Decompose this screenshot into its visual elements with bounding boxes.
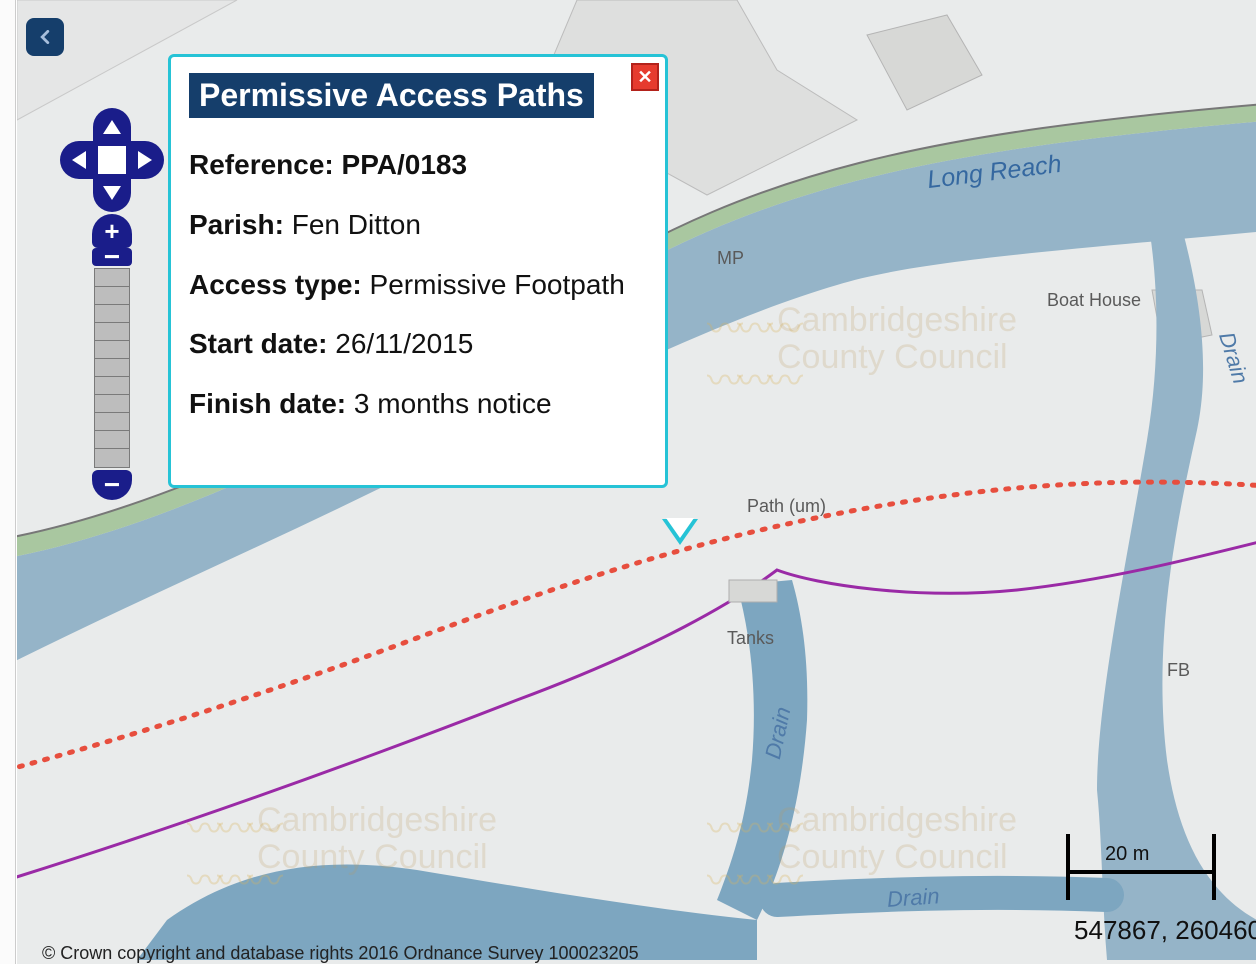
zoom-step[interactable] <box>95 431 129 449</box>
arrow-down-icon <box>103 186 121 200</box>
watermark-line2: County Council <box>777 838 1008 876</box>
zoom-step[interactable] <box>95 323 129 341</box>
pan-left-button[interactable] <box>60 141 98 179</box>
pan-right-button[interactable] <box>126 141 164 179</box>
value: 26/11/2015 <box>335 328 473 359</box>
watermark-line2: County Council <box>777 338 1008 376</box>
popup-row-access-type: Access type: Permissive Footpath <box>189 266 647 304</box>
label: Reference: <box>189 149 334 180</box>
pan-down-button[interactable] <box>93 174 131 212</box>
scale-bar-bottom <box>1066 874 1216 900</box>
cursor-coordinates: 547867, 260460 <box>1074 915 1256 946</box>
value: 3 months notice <box>354 388 552 419</box>
zoom-step[interactable] <box>95 377 129 395</box>
zoom-step[interactable] <box>95 413 129 431</box>
copyright-text: © Crown copyright and database rights 20… <box>42 943 639 964</box>
scale-bar-top: 20 m <box>1066 834 1216 874</box>
arrow-left-icon <box>72 151 86 169</box>
scale-bar: 20 m <box>1066 834 1216 904</box>
popup-row-reference: Reference: PPA/0183 <box>189 146 647 184</box>
watermark-line1: Cambridgeshire <box>777 801 1017 839</box>
label: Parish: <box>189 209 284 240</box>
back-button[interactable] <box>26 18 64 56</box>
zoom-slider-track[interactable] <box>94 268 130 468</box>
watermark-text: Cambridgeshire County Council <box>777 802 1017 877</box>
popup-row-parish: Parish: Fen Ditton <box>189 206 647 244</box>
label: Start date: <box>189 328 327 359</box>
scale-bar-label: 20 m <box>1105 843 1149 866</box>
watermark-line1: Cambridgeshire <box>257 801 497 839</box>
arrow-up-icon <box>103 120 121 134</box>
map-label-mp: MP <box>717 248 744 269</box>
label: Access type: <box>189 269 362 300</box>
zoom-step-out-button[interactable]: − <box>92 248 132 266</box>
value: PPA/0183 <box>342 149 468 180</box>
zoom-step[interactable] <box>95 305 129 323</box>
watermark-text: Cambridgeshire County Council <box>777 302 1017 377</box>
close-button[interactable]: ✕ <box>631 63 659 91</box>
zoom-column: + − − <box>92 214 132 500</box>
zoom-step[interactable] <box>95 449 129 467</box>
map-label-path-um: Path (um) <box>747 496 826 517</box>
popup-row-finish-date: Finish date: 3 months notice <box>189 385 647 423</box>
zoom-step[interactable] <box>95 359 129 377</box>
left-gutter <box>0 0 16 964</box>
zoom-step[interactable] <box>95 341 129 359</box>
feature-info-popup: ✕ Permissive Access Paths Reference: PPA… <box>168 54 668 488</box>
zoom-out-button[interactable]: − <box>92 470 132 500</box>
map-label-drain: Drain <box>886 883 940 913</box>
popup-title: Permissive Access Paths <box>189 73 594 118</box>
map-label-boat-house: Boat House <box>1047 290 1141 311</box>
map-label-tanks: Tanks <box>727 628 774 649</box>
chevron-left-icon <box>38 30 52 44</box>
pan-dial <box>64 112 160 208</box>
close-icon: ✕ <box>637 67 652 88</box>
pan-up-button[interactable] <box>93 108 131 146</box>
watermark-text: Cambridgeshire County Council <box>257 802 497 877</box>
value: Permissive Footpath <box>370 269 625 300</box>
map-label-fb: FB <box>1167 660 1190 681</box>
popup-row-start-date: Start date: 26/11/2015 <box>189 325 647 363</box>
value: Fen Ditton <box>292 209 421 240</box>
label: Finish date: <box>189 388 346 419</box>
watermark-line1: Cambridgeshire <box>777 301 1017 339</box>
gis-map-viewer: 〰〰〰〰〰〰 Cambridgeshire County Council 〰〰〰… <box>0 0 1256 964</box>
map-nav-cluster: + − − <box>52 112 172 500</box>
arrow-right-icon <box>138 151 152 169</box>
zoom-step[interactable] <box>95 287 129 305</box>
watermark-line2: County Council <box>257 838 488 876</box>
zoom-step[interactable] <box>95 395 129 413</box>
